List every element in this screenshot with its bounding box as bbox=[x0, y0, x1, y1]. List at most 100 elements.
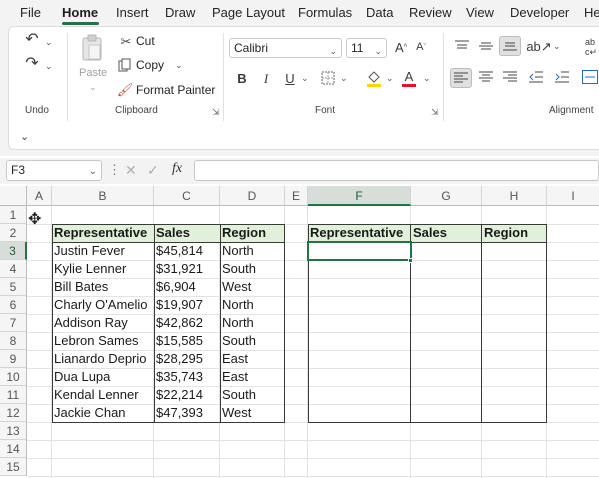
cut-label[interactable]: Cut bbox=[136, 34, 155, 48]
table1-cell[interactable]: Bill Bates bbox=[52, 278, 154, 296]
cut-icon[interactable]: ✂ bbox=[119, 34, 133, 48]
table1-cell[interactable]: $15,585 bbox=[154, 332, 220, 350]
copy-dropdown-icon[interactable]: ⌄ bbox=[175, 60, 183, 71]
font-color-icon[interactable]: A bbox=[401, 68, 417, 88]
more-options-icon[interactable]: ⋮ bbox=[108, 162, 121, 178]
column-header-a[interactable]: A bbox=[27, 186, 52, 206]
redo-dropdown-icon[interactable]: ⌄ bbox=[45, 61, 53, 72]
undo-dropdown-icon[interactable]: ⌄ bbox=[45, 37, 53, 48]
table1-cell[interactable]: South bbox=[220, 260, 285, 278]
table1-cell[interactable]: $31,921 bbox=[154, 260, 220, 278]
column-header-c[interactable]: C bbox=[154, 186, 220, 206]
column-header-i[interactable]: I bbox=[547, 186, 599, 206]
orientation-icon[interactable]: ab↗ bbox=[526, 37, 551, 55]
table1-cell[interactable]: Lianardo Deprio bbox=[52, 350, 154, 368]
row-header-7[interactable]: 7 bbox=[0, 314, 27, 332]
table2-header-representative[interactable]: Representative bbox=[308, 224, 411, 242]
merge-center-icon[interactable] bbox=[581, 69, 599, 85]
decrease-indent-icon[interactable] bbox=[529, 71, 543, 83]
menu-view[interactable]: View bbox=[466, 5, 494, 20]
italic-button[interactable]: I bbox=[259, 70, 273, 86]
table1-cell[interactable]: Dua Lupa bbox=[52, 368, 154, 386]
row-header-6[interactable]: 6 bbox=[0, 296, 27, 314]
increase-indent-icon[interactable] bbox=[555, 71, 569, 83]
copy-icon[interactable] bbox=[117, 58, 133, 72]
decrease-font-size-icon[interactable]: Aˇ bbox=[413, 39, 429, 55]
menu-file[interactable]: File bbox=[20, 5, 41, 20]
table1-cell[interactable]: South bbox=[220, 386, 285, 404]
clipboard-launcher-icon[interactable]: ⇲ bbox=[212, 107, 220, 118]
row-header-9[interactable]: 9 bbox=[0, 350, 27, 368]
orientation-dropdown-icon[interactable]: ⌄ bbox=[553, 41, 561, 52]
menu-insert[interactable]: Insert bbox=[116, 5, 149, 20]
column-header-d[interactable]: D bbox=[220, 186, 285, 206]
table1-cell[interactable]: East bbox=[220, 368, 285, 386]
row-header-12[interactable]: 12 bbox=[0, 404, 27, 422]
column-header-b[interactable]: B bbox=[52, 186, 154, 206]
row-header-13[interactable]: 13 bbox=[0, 422, 27, 440]
table1-cell[interactable]: West bbox=[220, 404, 285, 422]
formula-input[interactable] bbox=[194, 160, 599, 181]
collapse-ribbon-icon[interactable]: ⌄ bbox=[20, 130, 29, 143]
table2-header-sales[interactable]: Sales bbox=[411, 224, 482, 242]
row-header-8[interactable]: 8 bbox=[0, 332, 27, 350]
wrap-text-icon[interactable]: ab c↵ bbox=[579, 35, 599, 59]
table1-cell[interactable]: $19,907 bbox=[154, 296, 220, 314]
table1-cell[interactable]: North bbox=[220, 242, 285, 260]
row-header-11[interactable]: 11 bbox=[0, 386, 27, 404]
underline-dropdown-icon[interactable]: ⌄ bbox=[301, 73, 309, 84]
bottom-align-button[interactable] bbox=[499, 36, 521, 56]
table1-cell[interactable]: Jackie Chan bbox=[52, 404, 154, 422]
top-align-icon[interactable] bbox=[453, 39, 471, 53]
column-header-f[interactable]: F bbox=[308, 186, 411, 206]
menu-home[interactable]: Home bbox=[62, 5, 98, 20]
row-header-14[interactable]: 14 bbox=[0, 440, 27, 458]
table1-header-sales[interactable]: Sales bbox=[154, 224, 220, 242]
align-center-icon[interactable] bbox=[479, 71, 493, 83]
column-header-e[interactable]: E bbox=[285, 186, 308, 206]
menu-draw[interactable]: Draw bbox=[165, 5, 195, 20]
align-right-icon[interactable] bbox=[503, 71, 517, 83]
table1-header-representative[interactable]: Representative bbox=[52, 224, 154, 242]
table1-cell[interactable]: $45,814 bbox=[154, 242, 220, 260]
table1-cell[interactable]: Kendal Lenner bbox=[52, 386, 154, 404]
menu-review[interactable]: Review bbox=[409, 5, 452, 20]
font-name-dropdown[interactable]: Calibri ⌄ bbox=[229, 38, 342, 58]
format-painter-icon[interactable]: 🖌 bbox=[117, 82, 134, 96]
table1-cell[interactable]: North bbox=[220, 314, 285, 332]
table1-cell[interactable]: $35,743 bbox=[154, 368, 220, 386]
select-all-corner[interactable] bbox=[0, 186, 27, 206]
confirm-entry-icon[interactable]: ✓ bbox=[147, 162, 159, 179]
table1-cell[interactable]: Addison Ray bbox=[52, 314, 154, 332]
table1-cell[interactable]: North bbox=[220, 296, 285, 314]
borders-dropdown-icon[interactable]: ⌄ bbox=[340, 73, 348, 84]
row-header-1[interactable]: 1 bbox=[0, 206, 27, 224]
borders-icon[interactable] bbox=[319, 70, 337, 86]
cancel-entry-icon[interactable]: ✕ bbox=[125, 162, 137, 179]
row-header-2[interactable]: 2 bbox=[0, 224, 27, 242]
table1-cell[interactable]: $22,214 bbox=[154, 386, 220, 404]
name-box[interactable]: F3 ⌄ bbox=[6, 160, 102, 181]
table1-header-region[interactable]: Region bbox=[220, 224, 285, 242]
font-size-dropdown[interactable]: 11 ⌄ bbox=[346, 38, 387, 58]
table1-cell[interactable]: South bbox=[220, 332, 285, 350]
table1-cell[interactable]: $28,295 bbox=[154, 350, 220, 368]
menu-data[interactable]: Data bbox=[366, 5, 393, 20]
row-header-5[interactable]: 5 bbox=[0, 278, 27, 296]
increase-font-size-icon[interactable]: A ^ bbox=[393, 39, 409, 55]
row-header-4[interactable]: 4 bbox=[0, 260, 27, 278]
align-left-button[interactable] bbox=[450, 68, 472, 88]
column-header-h[interactable]: H bbox=[482, 186, 547, 206]
table1-cell[interactable]: $47,393 bbox=[154, 404, 220, 422]
table1-cell[interactable]: Charly O'Amelio bbox=[52, 296, 154, 314]
bold-button[interactable]: B bbox=[235, 70, 249, 86]
menu-developer[interactable]: Developer bbox=[510, 5, 569, 20]
paste-dropdown-icon[interactable]: ⌄ bbox=[89, 82, 97, 93]
fill-color-dropdown-icon[interactable]: ⌄ bbox=[386, 73, 394, 84]
table1-cell[interactable]: Kylie Lenner bbox=[52, 260, 154, 278]
insert-function-icon[interactable]: fx bbox=[172, 161, 182, 177]
fill-color-icon[interactable] bbox=[365, 68, 383, 88]
table1-cell[interactable]: West bbox=[220, 278, 285, 296]
undo-icon[interactable]: ↶ bbox=[23, 31, 41, 49]
paste-label[interactable]: Paste bbox=[79, 67, 107, 79]
